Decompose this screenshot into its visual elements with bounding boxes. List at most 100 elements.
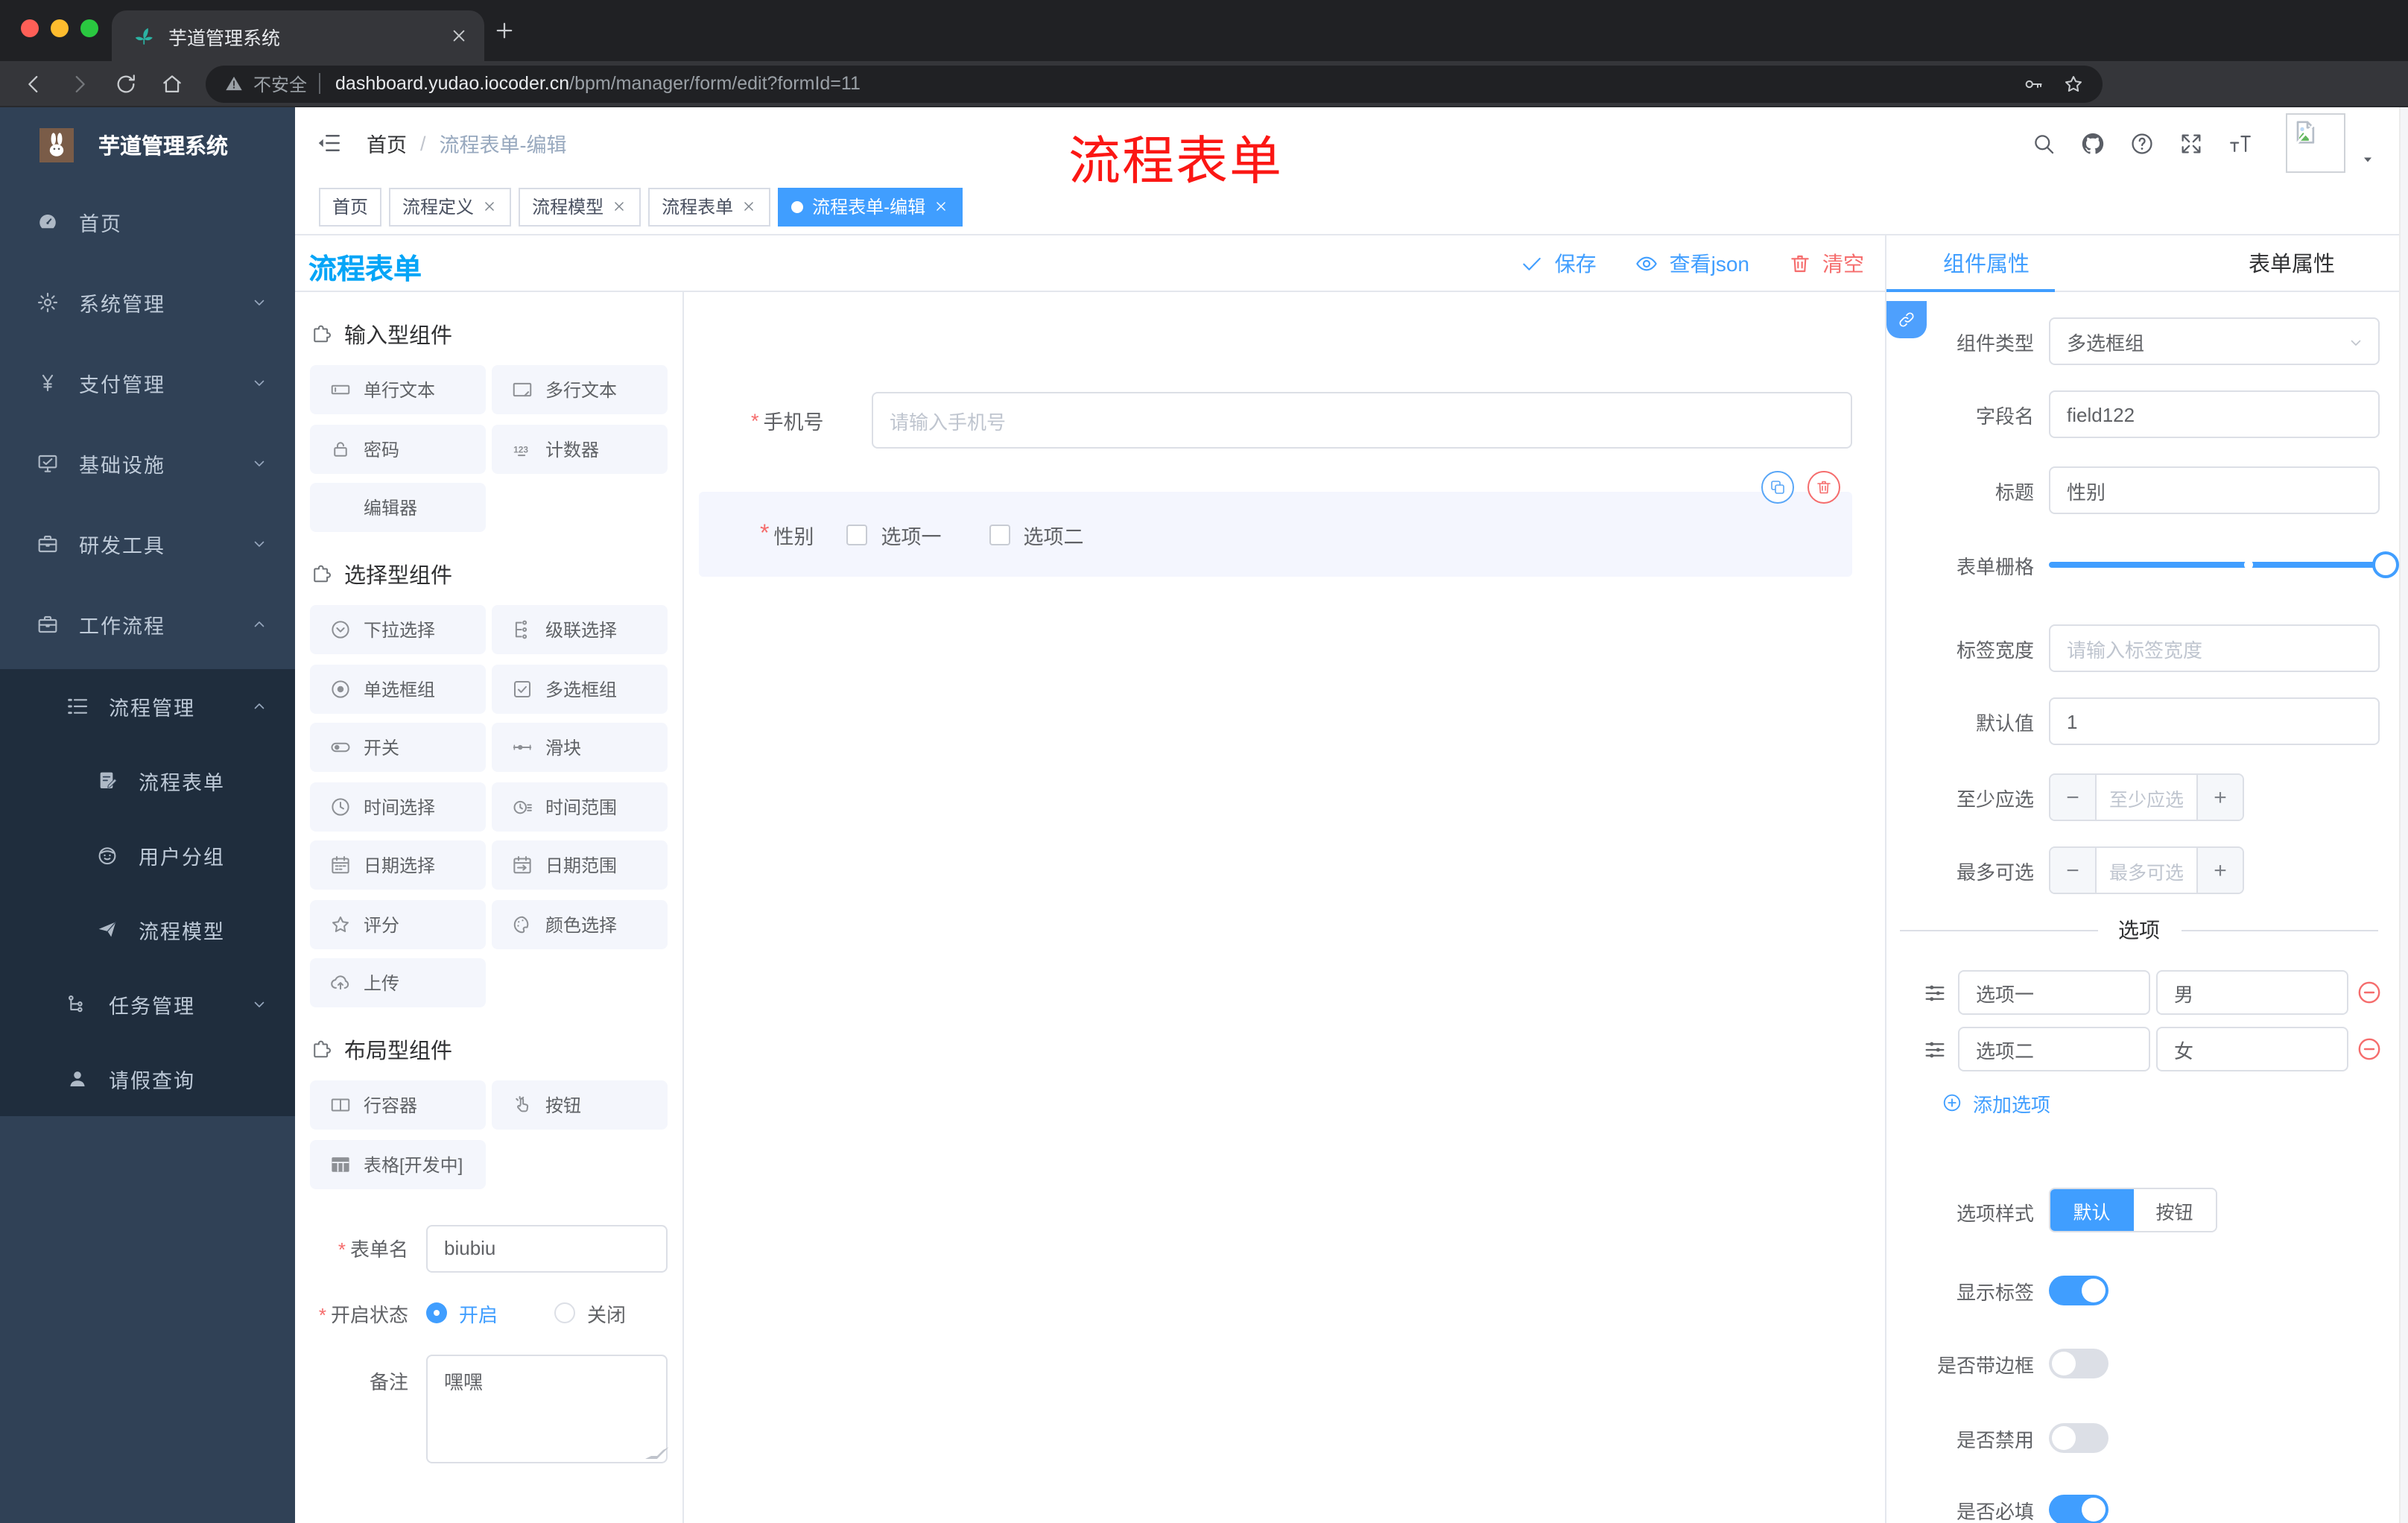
option-label-input[interactable]: 选项二 (1958, 1027, 2150, 1071)
sidebar-item-支付管理[interactable]: 支付管理 (0, 343, 295, 423)
sidebar-item-研发工具[interactable]: 研发工具 (0, 504, 295, 584)
status-off-radio[interactable] (554, 1302, 576, 1323)
resize-handle[interactable] (645, 1446, 669, 1458)
close-window-button[interactable] (21, 19, 39, 37)
menu-fold-icon[interactable] (316, 130, 343, 156)
decrement-button[interactable]: − (2050, 775, 2097, 820)
drag-icon[interactable] (1922, 1037, 1948, 1063)
查看json-button[interactable]: 查看json (1635, 249, 1749, 279)
tab-component-props[interactable]: 组件属性 (1943, 235, 2030, 291)
palette-item-密码[interactable]: 密码 (310, 424, 486, 473)
palette-item-时间范围[interactable]: 时间范围 (492, 782, 668, 831)
default-value-input[interactable]: 1 (2049, 697, 2380, 745)
toggle-switch[interactable] (2049, 1495, 2108, 1523)
slider-handle[interactable] (2372, 551, 2399, 578)
close-icon[interactable] (481, 198, 498, 215)
status-on-radio[interactable] (426, 1302, 447, 1323)
title-input[interactable]: 性别 (2049, 466, 2380, 514)
sidebar-logo[interactable]: 芋道管理系统 (0, 107, 295, 182)
close-tab-icon[interactable] (449, 25, 469, 46)
decrement-button[interactable]: − (2050, 848, 2097, 893)
toggle-switch[interactable] (2049, 1349, 2108, 1378)
palette-item-表格[开发中][interactable]: 表格[开发中] (310, 1139, 486, 1188)
close-icon[interactable] (611, 198, 627, 215)
sidebar-subitem-请假查询[interactable]: 请假查询 (0, 1042, 295, 1116)
palette-item-日期选择[interactable]: 日期选择 (310, 840, 486, 890)
checkbox[interactable] (846, 524, 868, 545)
new-tab-button[interactable] (492, 18, 517, 43)
bookmark-star-icon[interactable] (2062, 72, 2085, 95)
close-icon[interactable] (933, 198, 949, 215)
palette-item-颜色选择[interactable]: 颜色选择 (492, 899, 668, 949)
reload-button[interactable] (113, 71, 139, 96)
delete-component-button[interactable] (1807, 471, 1840, 504)
fullscreen-button[interactable] (2179, 130, 2204, 156)
sidebar-item-系统管理[interactable]: 系统管理 (0, 262, 295, 343)
checkbox-option[interactable]: 选项一 (846, 519, 941, 549)
sidebar-subitem-流程表单[interactable]: 流程表单 (0, 744, 295, 818)
minus-circle-icon[interactable] (2356, 979, 2383, 1006)
tags-view-tab[interactable]: 首页 (319, 187, 382, 226)
palette-item-下拉选择[interactable]: 下拉选择 (310, 605, 486, 654)
palette-item-多选框组[interactable]: 多选框组 (492, 664, 668, 713)
form-grid-slider[interactable] (2049, 551, 2399, 578)
checkbox-option[interactable]: 选项二 (989, 519, 1083, 549)
sidebar-subitem-流程管理[interactable]: 流程管理 (0, 669, 295, 744)
drag-icon[interactable] (1922, 981, 1948, 1006)
sidebar-subitem-任务管理[interactable]: 任务管理 (0, 967, 295, 1042)
palette-item-按钮[interactable]: 按钮 (492, 1080, 668, 1130)
phone-field-input[interactable]: 请输入手机号 (872, 392, 1852, 449)
key-icon[interactable] (2022, 72, 2044, 95)
style-button-button[interactable]: 按钮 (2133, 1189, 2216, 1231)
tags-view-tab[interactable]: 流程表单-编辑 (778, 187, 963, 226)
increment-button[interactable]: + (2196, 775, 2243, 820)
palette-item-多行文本[interactable]: 多行文本 (492, 365, 668, 414)
field-name-input[interactable]: field122 (2049, 390, 2380, 438)
palette-item-单选框组[interactable]: 单选框组 (310, 664, 486, 713)
copy-component-button[interactable] (1761, 471, 1794, 504)
sidebar-subitem-流程模型[interactable]: 流程模型 (0, 893, 295, 967)
sidebar-item-基础设施[interactable]: 基础设施 (0, 423, 295, 504)
label-width-input[interactable]: 请输入标签宽度 (2049, 624, 2380, 672)
phone-field-row[interactable]: * 手机号 请输入手机号 (685, 392, 1885, 449)
palette-item-日期范围[interactable]: 日期范围 (492, 840, 668, 890)
palette-item-编辑器[interactable]: 编辑器 (310, 483, 486, 532)
window-controls[interactable] (21, 19, 98, 37)
tab-form-props[interactable]: 表单属性 (2249, 235, 2335, 291)
option-label-input[interactable]: 选项一 (1958, 970, 2150, 1015)
question-button[interactable] (2129, 130, 2155, 156)
palette-item-行容器[interactable]: 行容器 (310, 1080, 486, 1130)
清空-button[interactable]: 清空 (1788, 249, 1864, 279)
zoom-window-button[interactable] (80, 19, 98, 37)
increment-button[interactable]: + (2196, 848, 2243, 893)
home-button[interactable] (159, 71, 185, 96)
page-scrollbar[interactable] (2399, 107, 2408, 1523)
palette-item-时间选择[interactable]: 时间选择 (310, 782, 486, 831)
status-off-label[interactable]: 关闭 (587, 1299, 626, 1327)
保存-button[interactable]: 保存 (1521, 249, 1597, 279)
sidebar-item-工作流程[interactable]: 工作流程 (0, 584, 295, 665)
github-button[interactable] (2080, 130, 2106, 156)
font-size-button[interactable] (2228, 130, 2253, 156)
sidebar-subitem-用户分组[interactable]: 用户分组 (0, 818, 295, 893)
palette-item-单行文本[interactable]: 单行文本 (310, 365, 486, 414)
browser-tab[interactable]: 芋道管理系统 (112, 10, 484, 61)
style-default-button[interactable]: 默认 (2050, 1189, 2133, 1231)
breadcrumb-home[interactable]: 首页 (367, 128, 407, 158)
palette-item-开关[interactable]: 开关 (310, 723, 486, 772)
tags-view-tab[interactable]: 流程表单 (648, 187, 771, 226)
avatar[interactable] (2286, 113, 2345, 173)
palette-item-级联选择[interactable]: 级联选择 (492, 605, 668, 654)
component-type-select[interactable]: 多选框组 (2049, 317, 2380, 365)
address-bar[interactable]: 不安全 dashboard.yudao.iocoder.cn/bpm/manag… (206, 65, 2103, 102)
palette-item-滑块[interactable]: 滑块 (492, 723, 668, 772)
option-value-input[interactable]: 女 (2156, 1027, 2348, 1071)
back-button[interactable] (21, 71, 46, 96)
tags-view-tab[interactable]: 流程模型 (519, 187, 641, 226)
tags-view-tab[interactable]: 流程定义 (389, 187, 512, 226)
checkbox[interactable] (989, 524, 1010, 545)
palette-item-上传[interactable]: 上传 (310, 958, 486, 1007)
form-canvas[interactable]: * 手机号 请输入手机号 * 性别 选项一 选项二 (685, 292, 1885, 1523)
minus-circle-icon[interactable] (2356, 1036, 2383, 1063)
form-remark-textarea[interactable]: 嘿嘿 (426, 1354, 668, 1463)
